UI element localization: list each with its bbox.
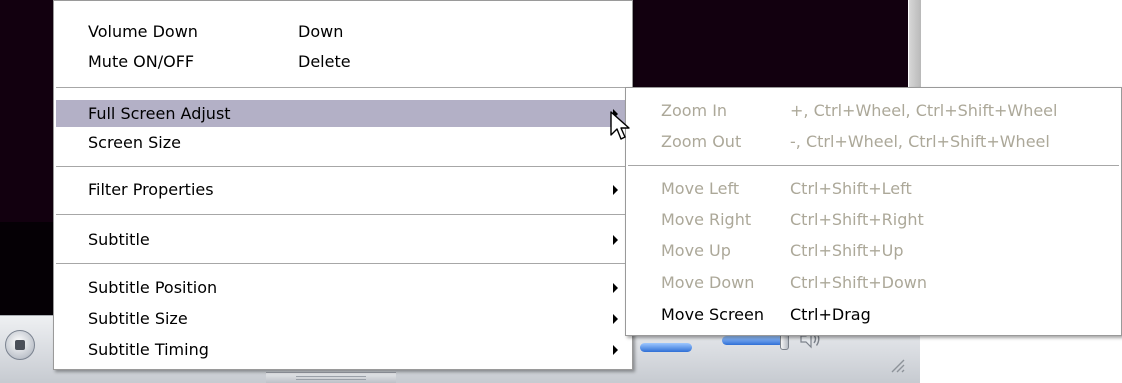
menu-item-volume-down[interactable]: Volume Down Down	[56, 18, 630, 45]
menu-item-label: Filter Properties	[88, 180, 214, 199]
menu-item-label: Full Screen Adjust	[88, 104, 231, 123]
menu-item-label: Move Down	[661, 273, 755, 292]
submenu-item-move-up[interactable]: Move Up Ctrl+Shift+Up	[628, 238, 1119, 264]
submenu-arrow-icon	[613, 185, 618, 195]
menu-item-screen-size[interactable]: Screen Size	[56, 129, 630, 156]
menu-item-label: Screen Size	[88, 133, 181, 152]
player-window: Volume Down Down Mute ON/OFF Delete Full…	[0, 0, 1122, 383]
submenu-item-move-right[interactable]: Move Right Ctrl+Shift+Right	[628, 207, 1119, 233]
menu-item-shortcut: Ctrl+Shift+Up	[790, 241, 904, 260]
menu-separator	[628, 165, 1119, 167]
menu-item-label: Move Left	[661, 179, 740, 198]
menu-separator	[56, 263, 630, 265]
menu-item-label: Move Up	[661, 241, 731, 260]
menu-item-shortcut: Delete	[298, 52, 351, 71]
submenu-item-zoom-in[interactable]: Zoom In +, Ctrl+Wheel, Ctrl+Shift+Wheel	[628, 98, 1119, 124]
menu-item-label: Subtitle	[88, 230, 150, 249]
menu-item-label: Move Screen	[661, 305, 764, 324]
submenu-item-move-down[interactable]: Move Down Ctrl+Shift+Down	[628, 270, 1119, 296]
seek-bar[interactable]	[640, 343, 692, 352]
submenu-arrow-icon	[613, 235, 618, 245]
menu-item-subtitle-size[interactable]: Subtitle Size	[56, 305, 630, 332]
menu-separator	[56, 87, 630, 89]
menu-item-subtitle-position[interactable]: Subtitle Position	[56, 274, 630, 301]
menu-item-label: Mute ON/OFF	[88, 52, 195, 71]
menu-item-shortcut: Ctrl+Shift+Left	[790, 179, 912, 198]
menu-item-mute[interactable]: Mute ON/OFF Delete	[56, 48, 630, 75]
menu-item-label: Move Right	[661, 210, 752, 229]
stop-button[interactable]	[5, 330, 35, 360]
menu-item-label: Subtitle Size	[88, 309, 188, 328]
resize-grip-icon[interactable]	[888, 356, 906, 374]
video-area-left-lower	[0, 222, 60, 315]
menu-item-label: Zoom In	[661, 101, 728, 120]
menu-item-label: Subtitle Position	[88, 278, 218, 297]
menu-item-label: Subtitle Timing	[88, 340, 209, 359]
submenu-item-move-left[interactable]: Move Left Ctrl+Shift+Left	[628, 176, 1119, 202]
menu-item-shortcut: +, Ctrl+Wheel, Ctrl+Shift+Wheel	[790, 101, 1058, 120]
volume-slider-track[interactable]	[722, 336, 784, 345]
context-menu: Volume Down Down Mute ON/OFF Delete Full…	[53, 0, 633, 370]
menu-item-shortcut: Down	[298, 22, 344, 41]
seek-handle-tab[interactable]	[266, 372, 396, 383]
submenu-item-zoom-out[interactable]: Zoom Out -, Ctrl+Wheel, Ctrl+Shift+Wheel	[628, 129, 1119, 155]
menu-item-full-screen-adjust[interactable]: Full Screen Adjust	[56, 100, 630, 127]
menu-item-shortcut: Ctrl+Shift+Right	[790, 210, 924, 229]
menu-item-shortcut: Ctrl+Shift+Down	[790, 273, 927, 292]
menu-item-filter-properties[interactable]: Filter Properties	[56, 176, 630, 203]
menu-separator	[56, 166, 630, 168]
submenu-arrow-icon	[613, 345, 618, 355]
video-area-right	[620, 0, 920, 97]
submenu-arrow-icon	[613, 314, 618, 324]
submenu-arrow-icon	[613, 283, 618, 293]
menu-item-label: Zoom Out	[661, 132, 742, 151]
menu-separator	[56, 214, 630, 216]
menu-item-subtitle-timing[interactable]: Subtitle Timing	[56, 336, 630, 363]
submenu-item-move-screen[interactable]: Move Screen Ctrl+Drag	[628, 302, 1119, 328]
menu-item-shortcut: Ctrl+Drag	[790, 305, 871, 324]
menu-item-subtitle[interactable]: Subtitle	[56, 226, 630, 253]
menu-item-label: Volume Down	[88, 22, 198, 41]
mouse-pointer-icon	[610, 111, 630, 140]
full-screen-adjust-submenu: Zoom In +, Ctrl+Wheel, Ctrl+Shift+Wheel …	[625, 87, 1122, 336]
menu-item-shortcut: -, Ctrl+Wheel, Ctrl+Shift+Wheel	[790, 132, 1050, 151]
